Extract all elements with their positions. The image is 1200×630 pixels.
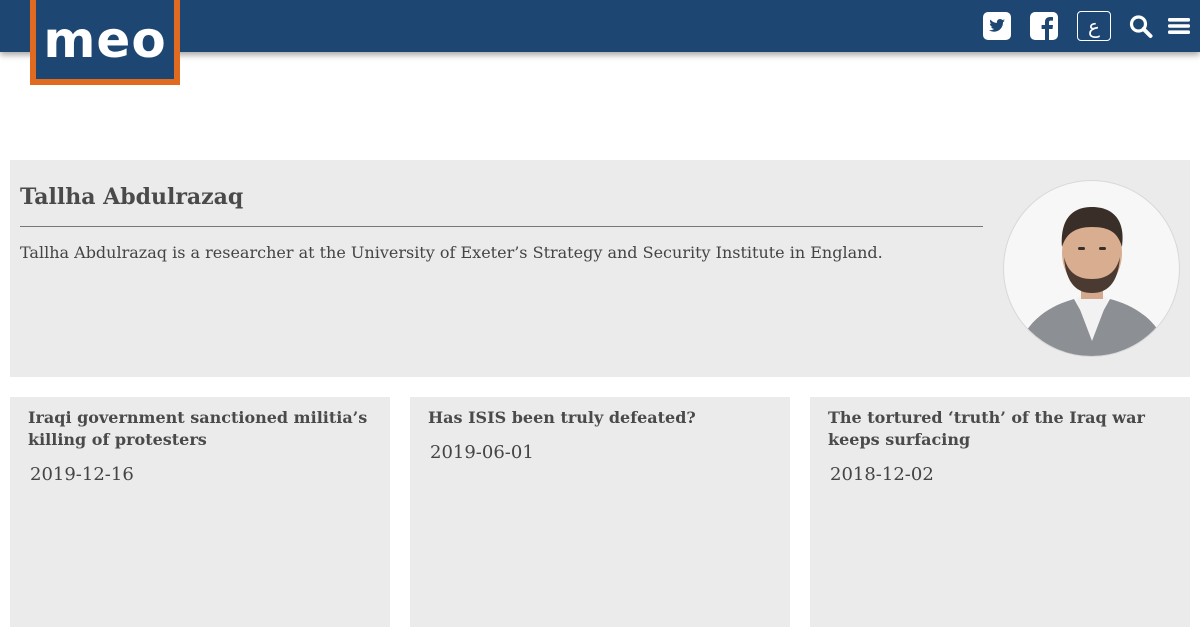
facebook-icon[interactable] [1030, 11, 1058, 41]
author-avatar [1003, 180, 1180, 357]
logo-text: meo [43, 10, 167, 69]
article-date: 2019-12-16 [30, 464, 134, 485]
article-card[interactable]: Iraqi government sanctioned militia’s ki… [10, 397, 390, 627]
article-card[interactable]: The tortured ‘truth’ of the Iraq war kee… [810, 397, 1190, 627]
divider [20, 226, 983, 227]
article-title[interactable]: The tortured ‘truth’ of the Iraq war kee… [828, 407, 1173, 451]
article-title[interactable]: Iraqi government sanctioned militia’s ki… [28, 407, 373, 451]
author-photo [1014, 207, 1171, 356]
arabic-label: ع [1088, 14, 1100, 38]
article-title[interactable]: Has ISIS been truly defeated? [428, 407, 773, 429]
article-card[interactable]: Has ISIS been truly defeated? 2019-06-01 [410, 397, 790, 627]
arabic-site-link[interactable]: ع [1077, 11, 1111, 41]
twitter-icon[interactable] [983, 11, 1011, 41]
author-bio: Tallha Abdulrazaq is a researcher at the… [20, 243, 883, 262]
top-navigation-bar: ع [0, 0, 1200, 52]
article-date: 2018-12-02 [830, 464, 934, 485]
author-name: Tallha Abdulrazaq [20, 184, 244, 210]
search-icon[interactable] [1129, 11, 1153, 41]
author-profile: Tallha Abdulrazaq Tallha Abdulrazaq is a… [10, 160, 1190, 377]
site-logo[interactable]: meo [30, 0, 180, 85]
article-date: 2019-06-01 [430, 442, 534, 463]
menu-icon[interactable] [1168, 11, 1190, 41]
